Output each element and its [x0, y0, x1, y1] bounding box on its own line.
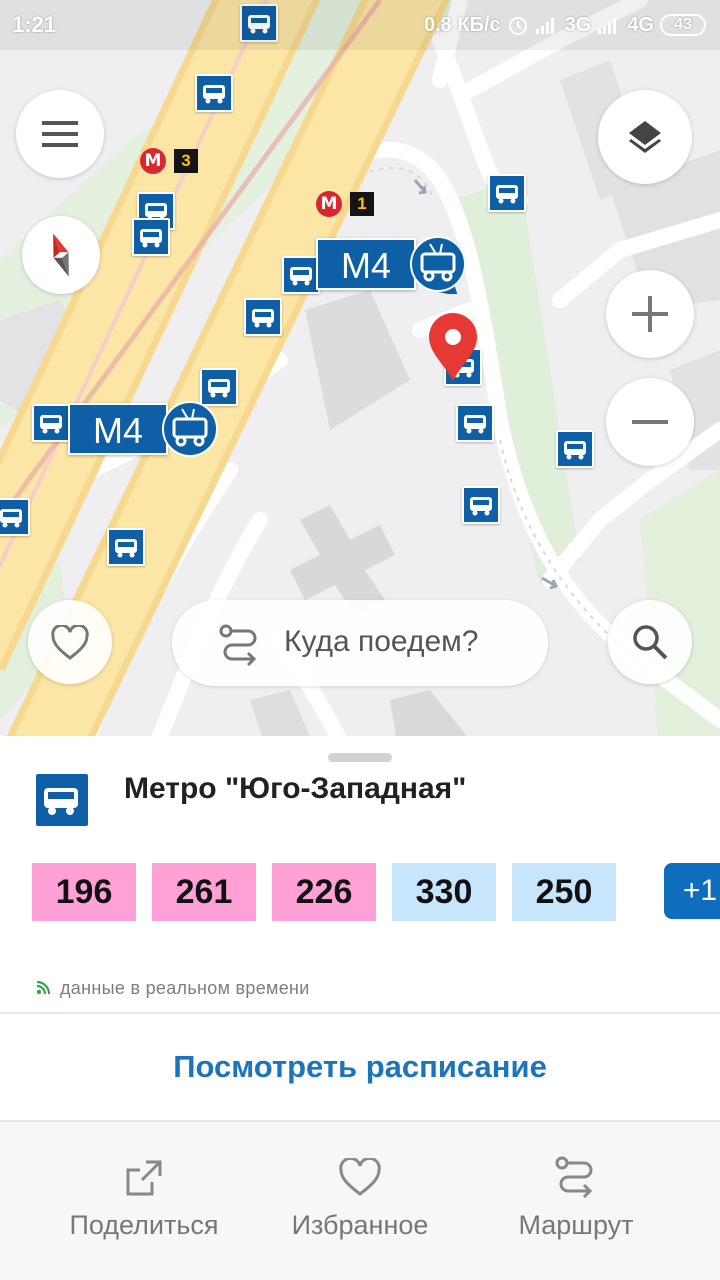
- net-speed: 0,8 КБ/с: [424, 13, 501, 36]
- transit-stop-marker[interactable]: [32, 404, 70, 442]
- transit-stop-marker[interactable]: [462, 486, 500, 524]
- stop-info-sheet: Метро "Юго-Западная" 196 261 226 330 250…: [0, 736, 720, 1280]
- share-icon: [126, 1160, 162, 1196]
- route-chip[interactable]: 261: [152, 863, 256, 921]
- zoom-out-button[interactable]: [606, 378, 694, 466]
- heart-icon: [339, 1158, 381, 1196]
- route-tag-label: M4: [316, 238, 416, 290]
- route-icon: [555, 1156, 593, 1198]
- realtime-label: данные в реальном времени: [60, 977, 310, 998]
- signal-icon: [598, 18, 617, 34]
- transit-stop-marker[interactable]: [107, 528, 145, 566]
- signal-icon: [535, 18, 554, 34]
- zoom-out-icon: [632, 420, 668, 424]
- transit-stop-marker[interactable]: [0, 498, 30, 536]
- route-chip[interactable]: 226: [272, 863, 376, 921]
- menu-icon: [42, 121, 78, 147]
- network-3g: 3G: [564, 13, 592, 36]
- transit-stop-marker[interactable]: [488, 174, 526, 212]
- route-chip[interactable]: 196: [32, 863, 136, 921]
- transit-stop-marker[interactable]: [456, 404, 494, 442]
- menu-button[interactable]: [16, 90, 104, 178]
- metro-logo-icon: М: [140, 148, 166, 174]
- network-4g: 4G: [627, 13, 654, 36]
- route-tag-label: M4: [68, 403, 168, 455]
- trolleybus-pin-icon: [410, 236, 466, 294]
- search-map-button[interactable]: [608, 600, 692, 684]
- route-chip[interactable]: 250: [512, 863, 616, 921]
- destination-search-bar[interactable]: Куда поедем?: [172, 600, 548, 686]
- battery-level: 43: [660, 14, 706, 36]
- search-icon: [633, 625, 668, 660]
- status-bar: 1:21 0,8 КБ/с 3G 4G 43: [0, 0, 720, 50]
- status-time: 1:21: [12, 12, 57, 37]
- zoom-in-button[interactable]: [606, 270, 694, 358]
- sheet-drag-handle[interactable]: [328, 753, 392, 762]
- more-routes-button[interactable]: +1: [664, 863, 720, 919]
- share-label: Поделиться: [69, 1210, 219, 1240]
- share-button[interactable]: Поделиться: [34, 1122, 254, 1280]
- bus-stop-icon: [36, 774, 88, 826]
- route-label: Маршрут: [518, 1210, 634, 1240]
- stop-title: Метро "Юго-Западная": [124, 772, 467, 805]
- heart-icon: [51, 625, 89, 660]
- metro-line-number: 3: [174, 149, 198, 173]
- app: М 3 М 1 M4 M4 Куда поедем? 1:21 0,8 КБ/с…: [0, 0, 720, 1280]
- layers-button[interactable]: [598, 90, 692, 184]
- action-bar: Поделиться Избранное Маршрут: [0, 1122, 720, 1280]
- search-placeholder: Куда поедем?: [284, 625, 479, 658]
- transit-stop-marker[interactable]: [556, 430, 594, 468]
- status-indicators: 0,8 КБ/с 3G 4G 43: [424, 10, 706, 40]
- zoom-in-icon: [632, 296, 668, 332]
- view-schedule-button[interactable]: Посмотреть расписание: [0, 1014, 720, 1120]
- route-list: 196 261 226 330 250 +1: [32, 863, 720, 921]
- metro-logo-icon: М: [316, 191, 342, 217]
- realtime-signal-icon: [36, 981, 50, 995]
- favorite-label: Избранное: [291, 1210, 429, 1240]
- transit-stop-marker[interactable]: [132, 218, 170, 256]
- route-button[interactable]: Маршрут: [466, 1122, 686, 1280]
- route-icon: [219, 624, 257, 666]
- map-view[interactable]: М 3 М 1 M4 M4 Куда поедем?: [0, 0, 720, 760]
- compass-button[interactable]: [22, 216, 100, 294]
- location-pin-icon[interactable]: [427, 313, 479, 383]
- transit-stop-marker[interactable]: [282, 256, 320, 294]
- trolleybus-pin-icon: [162, 401, 218, 457]
- favorites-map-button[interactable]: [28, 600, 112, 684]
- transit-stop-marker[interactable]: [195, 74, 233, 112]
- route-chip[interactable]: 330: [392, 863, 496, 921]
- layers-icon: [629, 121, 661, 153]
- favorite-button[interactable]: Избранное: [250, 1122, 470, 1280]
- transit-stop-marker[interactable]: [244, 298, 282, 336]
- metro-line-number: 1: [350, 192, 374, 216]
- alarm-icon: [508, 17, 527, 35]
- realtime-indicator: данные в реальном времени: [36, 976, 310, 1000]
- compass-icon: [53, 233, 69, 277]
